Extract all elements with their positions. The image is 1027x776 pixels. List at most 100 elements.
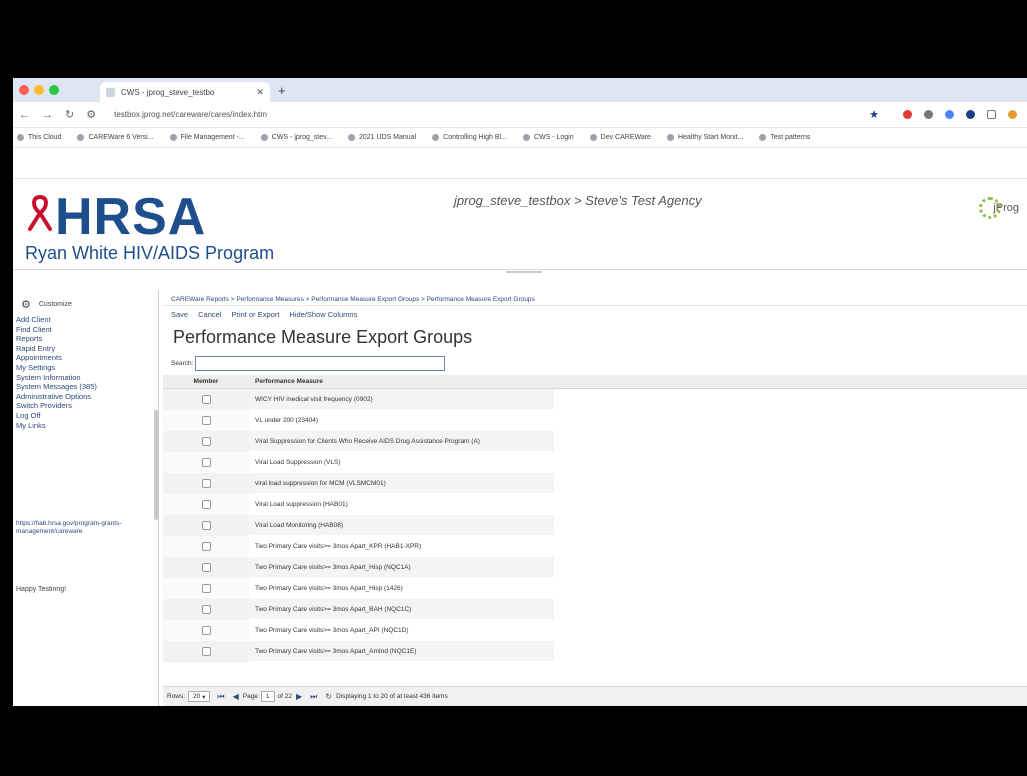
member-checkbox[interactable] [201, 584, 211, 593]
member-checkbox[interactable] [201, 395, 211, 404]
extension-icon[interactable] [966, 110, 975, 119]
member-checkbox[interactable] [201, 605, 211, 614]
member-cell [163, 473, 249, 494]
panel-resize-handle[interactable] [506, 271, 542, 273]
page-label: Page [242, 693, 258, 700]
bookmark-item[interactable]: This Cloud [17, 134, 61, 141]
sidebar-scrollbar[interactable] [154, 410, 158, 520]
table-row: Viral Load Suppression (VLS) [163, 452, 1027, 473]
extensions-puzzle-icon[interactable] [987, 110, 996, 119]
bookmark-item[interactable]: Healthy Start Monit... [666, 134, 743, 141]
sidebar-item-find-client[interactable]: Find Client [16, 325, 158, 335]
member-checkbox[interactable] [201, 437, 211, 446]
extension-icon[interactable] [924, 110, 933, 119]
bookmark-favicon-icon [260, 134, 268, 141]
measure-cell: Two Primary Care visits>= 3mos Apart_AmI… [249, 641, 554, 662]
cancel-button[interactable]: Cancel [198, 310, 221, 319]
sidebar-item-add-client[interactable]: Add Client [16, 315, 158, 325]
last-page-icon[interactable]: ⏭ [310, 692, 317, 702]
customize-button[interactable]: ⚙ Customize [13, 290, 158, 311]
member-checkbox[interactable] [201, 416, 211, 425]
reload-icon[interactable]: ↻ [65, 108, 74, 121]
profile-avatar-icon[interactable] [1008, 110, 1017, 119]
forward-icon[interactable]: → [42, 109, 53, 121]
bookmark-label: CWS - Login [533, 134, 574, 141]
url-field[interactable]: testbox.jprog.net/careware/cares/index.h… [114, 110, 869, 119]
browser-tab[interactable]: CWS - jprog_steve_testbo ✕ [100, 82, 270, 102]
bookmark-star-icon[interactable]: ★ [869, 108, 879, 121]
member-cell [163, 494, 249, 515]
member-checkbox[interactable] [201, 647, 211, 656]
prev-page-icon[interactable]: ◀ [233, 692, 239, 701]
sidebar-item-appointments[interactable]: Appointments [16, 353, 158, 363]
refresh-icon[interactable]: ↻ [325, 692, 332, 701]
bookmark-favicon-icon [77, 134, 85, 141]
careware-link[interactable]: https://hab.hrsa.gov/program-grants-mana… [16, 520, 156, 536]
table-row: Viral Load Monitoring (HAB08) [163, 515, 1027, 536]
table-row: Viral Load suppression (HAB01) [163, 494, 1027, 515]
breadcrumb[interactable]: CAREWare Reports > Performance Measures … [163, 290, 1027, 306]
sidebar-item-rapid-entry[interactable]: Rapid Entry [16, 344, 158, 354]
member-cell [163, 641, 249, 662]
search-input[interactable] [195, 355, 446, 371]
member-checkbox[interactable] [201, 521, 211, 530]
sidebar-item-my-settings[interactable]: My Settings [16, 363, 158, 373]
sidebar-item-log-off[interactable]: Log Off [16, 411, 158, 421]
extension-icon[interactable] [945, 110, 954, 119]
site-info-icon[interactable]: ⚙ [86, 108, 96, 121]
member-checkbox[interactable] [201, 542, 211, 551]
minimize-window-icon[interactable] [34, 85, 44, 95]
hide-show-columns-button[interactable]: Hide/Show Columns [289, 310, 357, 319]
measure-cell: WICY HIV medical visit frequency (0902) [249, 389, 554, 410]
member-cell [163, 452, 249, 473]
sidebar-item-administrative-options[interactable]: Administrative Options [16, 392, 158, 402]
maximize-window-icon[interactable] [49, 85, 59, 95]
member-checkbox[interactable] [201, 500, 211, 509]
bookmark-item[interactable]: CAREWare 6 Versi... [77, 134, 154, 141]
close-window-icon[interactable] [19, 85, 29, 95]
pager: Rows: 20 ▾ ⏮ ◀ Page 1 of 22 ▶ ⏭ ↻ Displa… [163, 686, 1027, 706]
bookmark-item[interactable]: Test patterns [759, 134, 810, 141]
measure-cell: Viral Load Monitoring (HAB08) [249, 515, 554, 536]
member-cell [163, 515, 249, 536]
member-cell [163, 536, 249, 557]
agency-context: jprog_steve_testbox > Steve's Test Agenc… [454, 193, 702, 208]
save-button[interactable]: Save [171, 310, 188, 319]
new-tab-icon[interactable]: + [278, 83, 286, 98]
member-checkbox[interactable] [201, 626, 211, 635]
bookmark-label: Dev CAREWare [600, 134, 651, 141]
rows-per-page-select[interactable]: 20 ▾ [188, 691, 211, 702]
table-row: Viral Suppression for Clients Who Receiv… [163, 431, 1027, 452]
member-checkbox[interactable] [201, 563, 211, 572]
first-page-icon[interactable]: ⏮ [217, 692, 224, 702]
sidebar-item-reports[interactable]: Reports [16, 334, 158, 344]
bookmark-item[interactable]: CWS - jprog_stev... [260, 134, 332, 141]
member-checkbox[interactable] [201, 458, 211, 467]
print-or-export-button[interactable]: Print or Export [231, 310, 279, 319]
member-checkbox[interactable] [201, 479, 211, 488]
sidebar-item-system-information[interactable]: System Information [16, 373, 158, 383]
tab-bar: CWS - jprog_steve_testbo ✕ + [13, 78, 1027, 102]
measure-cell: Two Primary Care visits>= 3mos Apart_API… [249, 620, 554, 641]
search-row: Search: [163, 351, 1027, 371]
sidebar-item-switch-providers[interactable]: Switch Providers [16, 401, 158, 411]
sidebar-item-my-links[interactable]: My Links [16, 421, 158, 431]
bookmark-item[interactable]: File Management -... [169, 134, 245, 141]
measure-column-header[interactable]: Performance Measure [249, 378, 323, 385]
member-column-header[interactable]: Member [163, 378, 249, 385]
tab-favicon-icon [106, 87, 115, 97]
tab-close-icon[interactable]: ✕ [256, 87, 264, 98]
page-number-input[interactable]: 1 [260, 691, 275, 702]
bookmark-item[interactable]: Dev CAREWare [589, 134, 651, 141]
back-icon[interactable]: ← [19, 109, 30, 121]
main-content: CAREWare Reports > Performance Measures … [163, 290, 1027, 706]
bookmark-item[interactable]: 2021 UDS Manual [347, 134, 416, 141]
bookmark-item[interactable]: Controlling High Bl... [432, 134, 507, 141]
measure-cell: Viral Load suppression (HAB01) [249, 494, 554, 515]
sidebar-item-system-messages-385[interactable]: System Messages (385) [16, 382, 158, 392]
extension-icon[interactable] [903, 110, 912, 119]
member-cell [163, 578, 249, 599]
table-row: viral load suppression for MCM (VLSMCM01… [163, 473, 1027, 494]
bookmark-item[interactable]: CWS - Login [522, 134, 574, 141]
next-page-icon[interactable]: ▶ [296, 692, 302, 701]
